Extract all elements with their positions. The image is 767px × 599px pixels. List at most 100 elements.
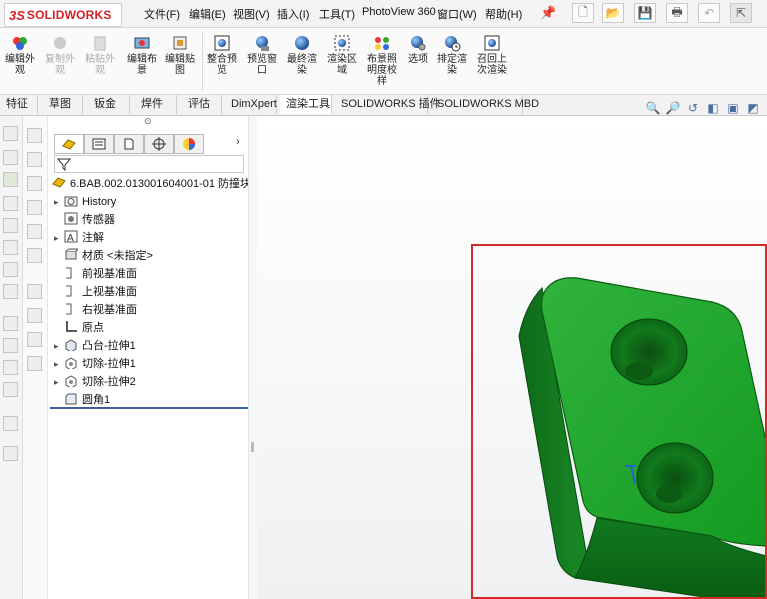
tree-root[interactable]: 6.BAB.002.013001604001-01 防撞块 ( xyxy=(52,175,258,193)
tree-item-right-plane[interactable]: 右视基准面 xyxy=(54,301,137,319)
tab-dimxpert[interactable]: DimXpert xyxy=(225,95,277,114)
panel-handle-icon[interactable]: ⊙ xyxy=(144,116,152,127)
final-render-button[interactable]: 最终渲 染 xyxy=(282,30,322,76)
recall-last-render-button[interactable]: 召回上 次渲染 xyxy=(472,30,512,76)
tool-icon[interactable] xyxy=(3,284,18,299)
tool-icon[interactable] xyxy=(27,248,42,263)
zoom-to-fit-icon[interactable]: 🔍 xyxy=(645,100,661,116)
new-document-icon[interactable]: 🗋 xyxy=(572,3,594,23)
scene-illumination-button[interactable]: 布景照 明度校 样 xyxy=(362,30,402,87)
tool-icon[interactable] xyxy=(3,218,18,233)
tool-icon[interactable] xyxy=(27,152,42,167)
display-manager-tab-icon[interactable] xyxy=(174,134,204,154)
tool-icon[interactable] xyxy=(3,416,18,431)
tab-weldments[interactable]: 焊件 xyxy=(135,95,177,114)
zoom-to-area-icon[interactable]: 🔎 xyxy=(665,100,681,116)
configuration-manager-tab-icon[interactable] xyxy=(114,134,144,154)
tool-icon[interactable] xyxy=(27,176,42,191)
menu-tools[interactable]: 工具(T) xyxy=(319,6,355,22)
schedule-render-button[interactable]: 排定渲 染 xyxy=(432,30,472,76)
tool-icon[interactable] xyxy=(27,332,42,347)
tool-icon[interactable] xyxy=(3,240,18,255)
tree-item-boss-extrude1[interactable]: ▸ 凸台-拉伸1 xyxy=(54,337,136,355)
undo-icon[interactable]: ↶ xyxy=(698,3,720,23)
tool-icon[interactable] xyxy=(3,338,18,353)
tool-icon[interactable] xyxy=(27,200,42,215)
expand-arrow-icon[interactable]: ▸ xyxy=(54,193,64,211)
expand-arrow-icon[interactable]: ▸ xyxy=(54,355,64,373)
copy-appearance-button[interactable]: 复制外 观 xyxy=(40,30,80,76)
tool-icon[interactable] xyxy=(27,284,42,299)
tool-icon[interactable] xyxy=(27,356,42,371)
tab-render-tools[interactable]: 渲染工具 xyxy=(280,95,332,114)
tree-item-front-plane[interactable]: 前视基准面 xyxy=(54,265,137,283)
tool-icon[interactable] xyxy=(3,316,18,331)
tab-solidworks-addins[interactable]: SOLIDWORKS 插件 xyxy=(335,95,441,114)
tool-icon[interactable] xyxy=(3,262,18,277)
solidworks-logo[interactable]: 3S SOLIDWORKS xyxy=(4,3,122,27)
edit-decal-button[interactable]: 编辑贴 图 xyxy=(160,30,200,76)
feature-tree-tab-icon[interactable] xyxy=(54,134,84,154)
expand-arrow-icon[interactable]: ▸ xyxy=(54,373,64,391)
tool-icon[interactable] xyxy=(3,196,18,211)
tool-icon[interactable] xyxy=(3,382,18,397)
tree-item-sensors[interactable]: 传感器 xyxy=(54,211,115,229)
tree-item-cut-extrude1[interactable]: ▸ 切除-拉伸1 xyxy=(54,355,136,373)
edit-appearance-button[interactable]: 编辑外 观 xyxy=(0,30,40,76)
tree-item-cut-extrude2[interactable]: ▸ 切除-拉伸2 xyxy=(54,373,136,391)
menu-view[interactable]: 视图(V) xyxy=(233,6,270,22)
graphics-viewport[interactable] xyxy=(257,116,767,599)
view-orientation-icon[interactable]: ▣ xyxy=(725,100,741,116)
tool-icon[interactable] xyxy=(3,360,18,375)
tree-item-top-plane[interactable]: 上视基准面 xyxy=(54,283,137,301)
tool-icon[interactable] xyxy=(27,128,42,143)
menu-window[interactable]: 窗口(W) xyxy=(437,6,477,22)
tab-evaluate[interactable]: 评估 xyxy=(182,95,222,114)
tab-sketch[interactable]: 草图 xyxy=(43,95,83,114)
expand-arrow-icon[interactable]: ▸ xyxy=(54,337,64,355)
tool-icon[interactable] xyxy=(3,172,18,187)
tool-icon[interactable] xyxy=(27,308,42,323)
integrated-preview-button[interactable]: 整合预 览 xyxy=(202,30,242,76)
tab-solidworks-mbd[interactable]: SOLIDWORKS MBD xyxy=(431,95,539,114)
tree-item-history[interactable]: ▸ History xyxy=(54,193,116,211)
tool-icon[interactable] xyxy=(3,150,18,165)
menu-edit[interactable]: 编辑(E) xyxy=(189,6,226,22)
tree-item-label: 凸台-拉伸1 xyxy=(82,340,136,352)
edit-scene-button[interactable]: 编辑布 景 xyxy=(122,30,162,76)
display-style-icon[interactable]: ◩ xyxy=(745,100,761,116)
render-region-button[interactable]: 渲染区 域 xyxy=(322,30,362,76)
select-pointer-icon[interactable]: ⇱ xyxy=(730,3,752,23)
dimxpert-manager-tab-icon[interactable] xyxy=(144,134,174,154)
tree-item-label: 前视基准面 xyxy=(82,268,137,280)
rollback-bar[interactable] xyxy=(50,407,248,409)
menu-file[interactable]: 文件(F) xyxy=(144,6,180,22)
open-folder-icon[interactable]: 📂 xyxy=(602,3,624,23)
tree-item-material[interactable]: 材质 <未指定> xyxy=(54,247,153,265)
menu-photoview[interactable]: PhotoView 360 xyxy=(362,6,436,18)
preview-window-button[interactable]: 预览窗 口 xyxy=(242,30,282,76)
previous-view-icon[interactable]: ↺ xyxy=(685,100,701,116)
pin-icon[interactable]: 📌 xyxy=(540,5,556,21)
menu-insert[interactable]: 插入(I) xyxy=(277,6,309,22)
paste-appearance-button[interactable]: 粘贴外 观 xyxy=(80,30,120,76)
save-icon[interactable]: 💾 xyxy=(634,3,656,23)
menu-help[interactable]: 帮助(H) xyxy=(485,6,522,22)
property-manager-tab-icon[interactable] xyxy=(84,134,114,154)
section-view-icon[interactable]: ◧ xyxy=(705,100,721,116)
tool-icon[interactable] xyxy=(27,224,42,239)
chevron-right-icon[interactable]: › xyxy=(236,136,240,148)
tree-item-origin[interactable]: 原点 xyxy=(54,319,104,337)
tree-item-annotations[interactable]: ▸ A 注解 xyxy=(54,229,104,247)
tool-icon[interactable] xyxy=(3,126,18,141)
plane-icon xyxy=(66,267,72,279)
scene-illumination-icon xyxy=(375,37,389,50)
tool-icon[interactable] xyxy=(3,446,18,461)
expand-arrow-icon[interactable]: ▸ xyxy=(54,229,64,247)
tab-sheet-metal[interactable]: 钣金 xyxy=(88,95,130,114)
print-icon[interactable]: 🖶 xyxy=(666,3,688,23)
tree-filter-input[interactable] xyxy=(54,155,244,173)
panel-splitter[interactable] xyxy=(248,116,257,599)
tab-features[interactable]: 特征 xyxy=(0,95,38,114)
annotation-icon: A xyxy=(64,230,78,243)
